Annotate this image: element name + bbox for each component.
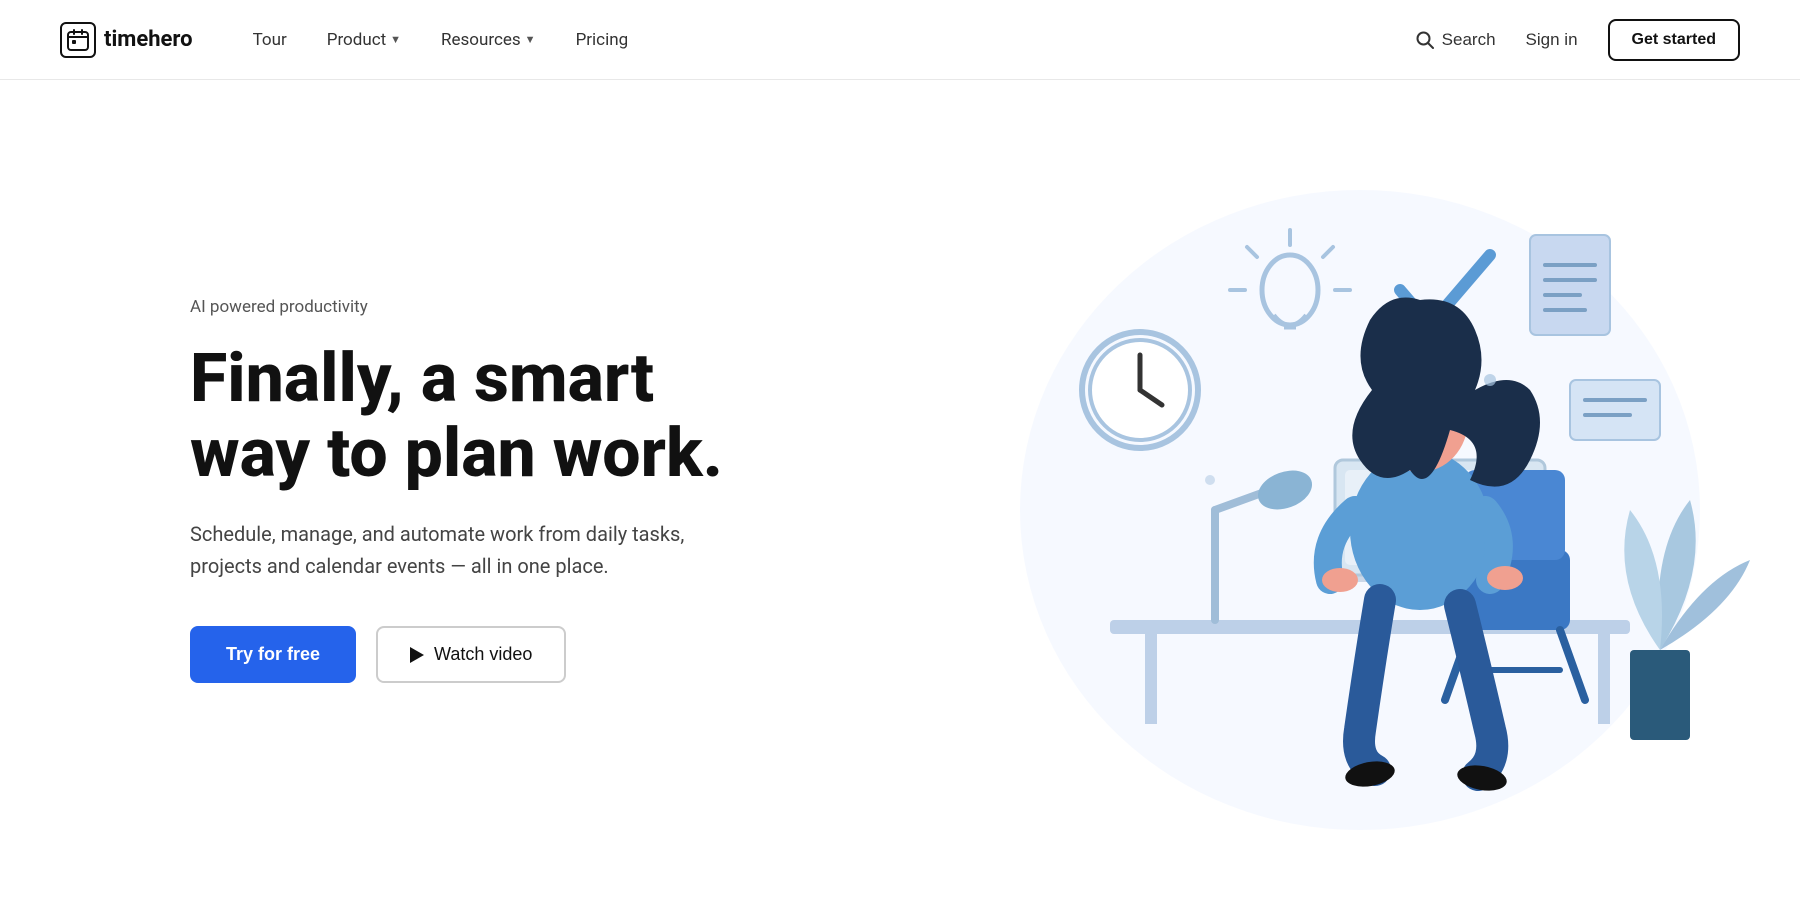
nav-item-tour[interactable]: Tour bbox=[253, 30, 287, 50]
nav-item-pricing[interactable]: Pricing bbox=[576, 30, 629, 50]
hero-section: AI powered productivity Finally, a smart… bbox=[0, 80, 1800, 900]
logo-icon bbox=[60, 22, 96, 58]
watch-video-button[interactable]: Watch video bbox=[376, 626, 566, 683]
hero-subtitle: AI powered productivity bbox=[190, 297, 723, 317]
play-icon bbox=[410, 647, 424, 663]
hero-illustration bbox=[930, 80, 1800, 900]
chevron-down-icon: ▼ bbox=[390, 33, 401, 46]
search-button[interactable]: Search bbox=[1416, 30, 1496, 50]
header-right: Search Sign in Get started bbox=[1416, 19, 1740, 61]
logo-text: timehero bbox=[104, 27, 193, 52]
sign-in-button[interactable]: Sign in bbox=[1526, 30, 1578, 50]
hero-svg bbox=[930, 80, 1800, 900]
main-nav: Tour Product ▼ Resources ▼ Pricing bbox=[253, 30, 1416, 50]
hero-title: Finally, a smartway to plan work. bbox=[190, 341, 723, 491]
search-icon bbox=[1416, 31, 1434, 49]
hero-buttons: Try for free Watch video bbox=[190, 626, 723, 683]
chevron-down-icon: ▼ bbox=[525, 33, 536, 46]
hero-content: AI powered productivity Finally, a smart… bbox=[190, 297, 723, 684]
get-started-button[interactable]: Get started bbox=[1608, 19, 1740, 61]
try-free-button[interactable]: Try for free bbox=[190, 626, 356, 683]
nav-item-product[interactable]: Product ▼ bbox=[327, 30, 401, 50]
logo[interactable]: timehero bbox=[60, 22, 193, 58]
header: timehero Tour Product ▼ Resources ▼ Pric… bbox=[0, 0, 1800, 80]
nav-item-resources[interactable]: Resources ▼ bbox=[441, 30, 536, 50]
hero-description: Schedule, manage, and automate work from… bbox=[190, 518, 710, 582]
